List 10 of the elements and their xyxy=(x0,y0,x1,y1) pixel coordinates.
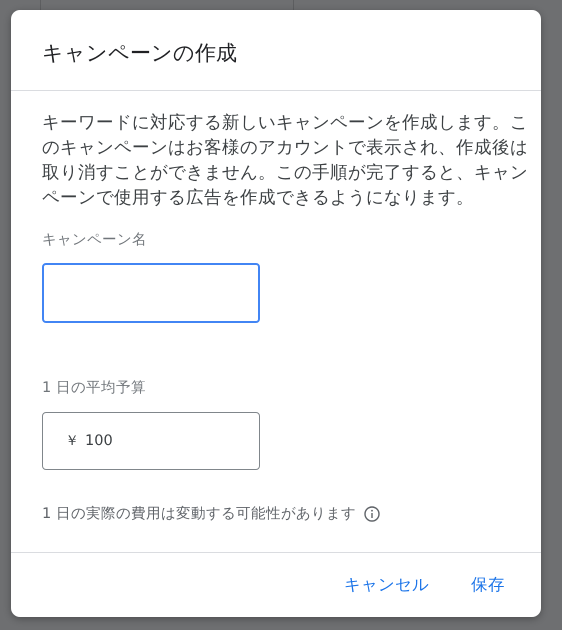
info-icon[interactable] xyxy=(364,506,380,522)
description: キーワードに対応する新しいキャンペーンを作成します。このキャンペーンはお客様のアカウントで表示され、作成後は取り消すことができません。この手順が完了すると、キャンペーンで使用する広告を作成できるようになります。 xyxy=(42,112,529,210)
cancel-button[interactable]: キャンセル xyxy=(330,568,443,602)
input-field[interactable]: ￥ 100 xyxy=(42,412,260,470)
field-label: キャンペーン名 xyxy=(42,231,147,250)
input-field[interactable] xyxy=(42,263,260,323)
dialog-title: キャンペーンの作成 xyxy=(42,40,237,67)
save-button[interactable]: 保存 xyxy=(457,568,519,602)
note-text: 1 日の実際の費用は変動する可能性があります xyxy=(42,504,356,524)
field-label: 1 日の平均予算 xyxy=(42,379,146,398)
